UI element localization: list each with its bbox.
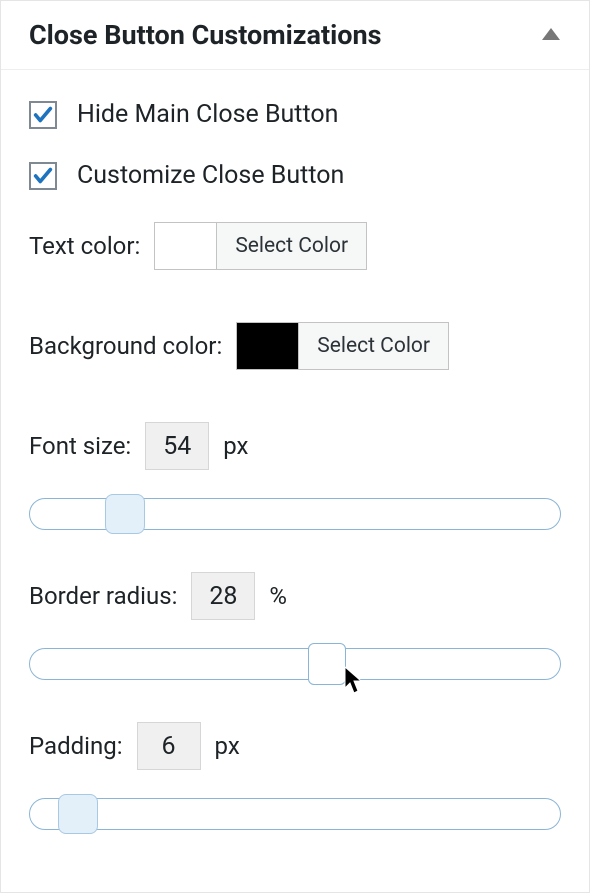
padding-slider-thumb[interactable] bbox=[58, 794, 98, 834]
font-size-input[interactable] bbox=[145, 422, 209, 470]
background-color-label: Background color: bbox=[29, 332, 222, 360]
panel-title: Close Button Customizations bbox=[29, 19, 382, 51]
text-color-swatch[interactable] bbox=[155, 223, 217, 269]
border-radius-slider[interactable] bbox=[29, 648, 561, 680]
background-color-swatch[interactable] bbox=[237, 323, 299, 369]
border-radius-label: Border radius: bbox=[29, 582, 177, 610]
text-color-row: Text color: Select Color bbox=[29, 222, 561, 270]
background-color-select-button[interactable]: Select Color bbox=[299, 323, 448, 369]
padding-label: Padding: bbox=[29, 732, 123, 760]
hide-main-close-row: Hide Main Close Button bbox=[29, 100, 561, 129]
text-color-picker: Select Color bbox=[154, 222, 367, 270]
padding-slider[interactable] bbox=[29, 798, 561, 830]
hide-main-close-checkbox[interactable] bbox=[29, 101, 57, 129]
font-size-label: Font size: bbox=[29, 432, 131, 460]
padding-slider-wrap bbox=[29, 798, 561, 830]
padding-input[interactable] bbox=[137, 722, 201, 770]
customize-close-checkbox[interactable] bbox=[29, 162, 57, 190]
font-size-slider[interactable] bbox=[29, 498, 561, 530]
padding-unit: px bbox=[215, 732, 240, 760]
text-color-select-button[interactable]: Select Color bbox=[217, 223, 366, 269]
panel-body: Hide Main Close Button Customize Close B… bbox=[1, 70, 589, 892]
border-radius-slider-wrap bbox=[29, 648, 561, 680]
padding-row: Padding: px bbox=[29, 722, 561, 770]
border-radius-row: Border radius: % bbox=[29, 572, 561, 620]
background-color-row: Background color: Select Color bbox=[29, 322, 561, 370]
chevron-up-icon bbox=[541, 27, 561, 41]
hide-main-close-label: Hide Main Close Button bbox=[77, 100, 339, 129]
background-color-picker: Select Color bbox=[236, 322, 449, 370]
border-radius-input[interactable] bbox=[191, 572, 255, 620]
customize-close-label: Customize Close Button bbox=[77, 161, 344, 190]
font-size-slider-thumb[interactable] bbox=[105, 494, 145, 534]
border-radius-unit: % bbox=[269, 582, 287, 610]
font-size-row: Font size: px bbox=[29, 422, 561, 470]
collapse-toggle[interactable] bbox=[541, 26, 561, 45]
text-color-label: Text color: bbox=[29, 232, 140, 260]
font-size-unit: px bbox=[223, 432, 248, 460]
settings-panel: Close Button Customizations Hide Main Cl… bbox=[0, 0, 590, 893]
font-size-slider-wrap bbox=[29, 498, 561, 530]
check-icon bbox=[32, 165, 54, 187]
border-radius-slider-thumb[interactable] bbox=[308, 643, 346, 685]
customize-close-row: Customize Close Button bbox=[29, 161, 561, 190]
panel-header: Close Button Customizations bbox=[1, 1, 589, 70]
check-icon bbox=[32, 104, 54, 126]
